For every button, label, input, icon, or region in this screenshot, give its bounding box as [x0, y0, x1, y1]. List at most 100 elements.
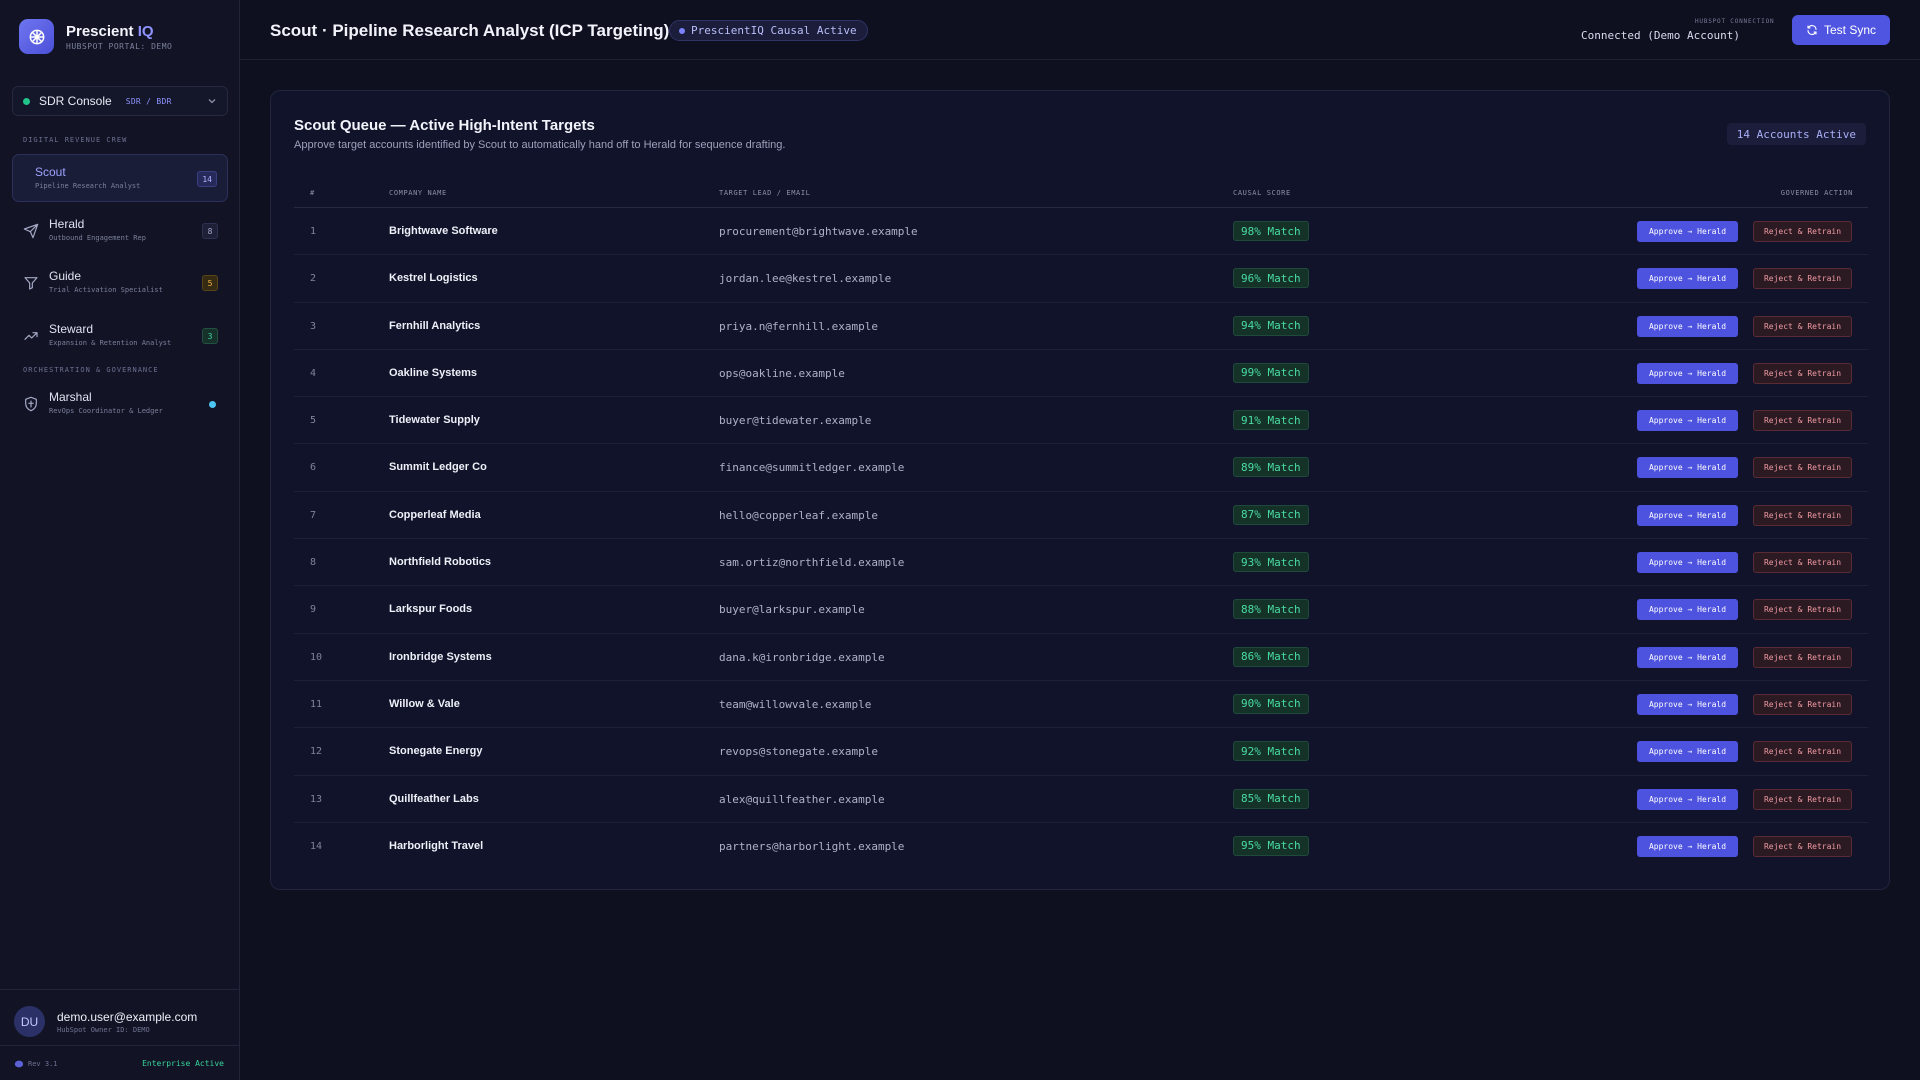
console-select[interactable]: SDR Console SDR / BDR — [12, 86, 228, 116]
approve-herald-button[interactable]: Approve → Herald — [1637, 504, 1738, 526]
reject-retrain-button[interactable]: Reject & Retrain — [1753, 741, 1852, 763]
reject-retrain-button[interactable]: Reject & Retrain — [1753, 410, 1852, 432]
count-badge: 8 — [202, 223, 218, 239]
lead-email: priya.n@fernhill.example — [719, 319, 878, 333]
lead-email: dana.k@ironbridge.example — [719, 650, 885, 664]
lead-email: partners@harborlight.example — [719, 839, 905, 853]
reject-retrain-button[interactable]: Reject & Retrain — [1753, 362, 1852, 384]
pill-text: PrescientIQ Causal Active — [691, 24, 857, 37]
reject-retrain-button[interactable]: Reject & Retrain — [1753, 788, 1852, 810]
reject-retrain-button[interactable]: Reject & Retrain — [1753, 315, 1852, 337]
sidebar-item-subtitle: Expansion & Retention Analyst — [49, 339, 172, 347]
company-name: Ironbridge Systems — [389, 650, 492, 663]
approve-herald-button[interactable]: Approve → Herald — [1637, 835, 1738, 857]
approve-herald-button[interactable]: Approve → Herald — [1637, 788, 1738, 810]
reject-retrain-button[interactable]: Reject & Retrain — [1753, 504, 1852, 526]
company-name: Tidewater Supply — [389, 414, 480, 427]
table-row: 14 Harborlight Travel partners@harborlight… — [294, 823, 1868, 870]
plan-status: Enterprise Active — [142, 1059, 224, 1068]
approve-herald-button[interactable]: Approve → Herald — [1637, 646, 1738, 668]
count-badge: 14 — [197, 171, 217, 187]
causal-score-badge: 86% Match — [1233, 646, 1309, 667]
section-label-orchestration: ORCHESTRATION & GOVERNANCE — [23, 366, 159, 374]
causal-score-badge: 91% Match — [1233, 410, 1309, 431]
approve-herald-button[interactable]: Approve → Herald — [1637, 268, 1738, 290]
approve-herald-button[interactable]: Approve → Herald — [1637, 315, 1738, 337]
sidebar: Prescient IQ HUBSPOT PORTAL: DEMO SDR Co… — [0, 0, 240, 1080]
lead-email: ops@oakline.example — [719, 366, 845, 380]
causal-score-badge: 85% Match — [1233, 788, 1309, 809]
status-dot — [23, 97, 30, 105]
table-row: 2 Kestrel Logistics jordan.lee@kestrel.exa… — [294, 255, 1868, 303]
row-number: 1 — [310, 226, 317, 237]
sidebar-item-title: Marshal — [49, 390, 92, 404]
sidebar-item-scout[interactable]: Scout Pipeline Research Analyst 14 — [12, 154, 228, 202]
approve-herald-button[interactable]: Approve → Herald — [1637, 741, 1738, 763]
approve-herald-button[interactable]: Approve → Herald — [1637, 410, 1738, 432]
lead-email: hello@copperleaf.example — [719, 508, 878, 522]
approve-herald-button[interactable]: Approve → Herald — [1637, 599, 1738, 621]
table-row: 9 Larkspur Foods buyer@larkspur.example 88%… — [294, 586, 1868, 634]
row-number: 12 — [310, 746, 323, 758]
sidebar-item-steward[interactable]: Steward Expansion & Retention Analyst 3 — [12, 312, 228, 360]
table-row: 8 Northfield Robotics sam.ortiz@northfield… — [294, 539, 1868, 587]
brand[interactable]: Prescient IQ HUBSPOT PORTAL: DEMO — [19, 19, 172, 54]
reject-retrain-button[interactable]: Reject & Retrain — [1753, 268, 1852, 290]
causal-score-badge: 87% Match — [1233, 504, 1309, 525]
row-number: 9 — [310, 604, 317, 616]
approve-herald-button[interactable]: Approve → Herald — [1637, 221, 1738, 242]
company-name: Summit Ledger Co — [389, 461, 487, 474]
status-dot — [679, 27, 685, 34]
table-row: 11 Willow & Vale team@willowvale.example 90… — [294, 681, 1868, 729]
table-row: 13 Quillfeather Labs alex@quillfeather.exa… — [294, 776, 1868, 823]
row-number: 8 — [310, 557, 317, 569]
causal-status-pill: PrescientIQ Causal Active — [669, 20, 868, 41]
send-icon — [23, 223, 39, 239]
reject-retrain-button[interactable]: Reject & Retrain — [1753, 552, 1852, 574]
sidebar-item-title: Scout — [35, 165, 66, 179]
test-sync-button[interactable]: Test Sync — [1792, 15, 1890, 45]
table-body: 1 Brightwave Software procurement@brightwa… — [294, 208, 1868, 870]
user-profile[interactable]: DU demo.user@example.com HubSpot Owner I… — [0, 989, 240, 1045]
table-row: 6 Summit Ledger Co finance@summitledger.ex… — [294, 444, 1868, 492]
section-label-crew: DIGITAL REVENUE CREW — [23, 136, 128, 144]
company-name: Fernhill Analytics — [389, 319, 481, 332]
reject-retrain-button[interactable]: Reject & Retrain — [1753, 457, 1852, 479]
top-bar: Scout · Pipeline Research Analyst (ICP T… — [240, 0, 1920, 60]
company-name: Copperleaf Media — [389, 508, 481, 521]
row-number: 6 — [310, 462, 317, 474]
approve-herald-button[interactable]: Approve → Herald — [1637, 552, 1738, 574]
revision-text: Rev 3.1 — [28, 1060, 58, 1068]
sidebar-item-marshal[interactable]: Marshal RevOps Coordinator & Ledger — [12, 380, 228, 428]
sidebar-item-guide[interactable]: Guide Trial Activation Specialist 5 — [12, 259, 228, 307]
sidebar-item-herald[interactable]: Herald Outbound Engagement Rep 8 — [12, 207, 228, 255]
row-number: 4 — [310, 367, 317, 379]
company-name: Quillfeather Labs — [389, 792, 479, 805]
sidebar-item-title: Guide — [49, 269, 82, 283]
approve-herald-button[interactable]: Approve → Herald — [1637, 457, 1738, 479]
sidebar-footer: Rev 3.1 Enterprise Active — [0, 1045, 240, 1080]
row-number: 3 — [310, 320, 317, 332]
brain-icon — [14, 1060, 24, 1068]
reject-retrain-button[interactable]: Reject & Retrain — [1753, 646, 1852, 668]
table-row: 12 Stonegate Energy revops@stonegate.examp… — [294, 728, 1868, 776]
table-row: 5 Tidewater Supply buyer@tidewater.example… — [294, 397, 1868, 445]
refresh-icon — [1807, 25, 1817, 35]
lead-email: alex@quillfeather.example — [719, 792, 885, 806]
reject-retrain-button[interactable]: Reject & Retrain — [1753, 693, 1852, 715]
queue-title: Scout Queue — Active High-Intent Targets — [294, 117, 595, 134]
reject-retrain-button[interactable]: Reject & Retrain — [1753, 221, 1852, 242]
reject-retrain-button[interactable]: Reject & Retrain — [1753, 835, 1852, 857]
causal-score-badge: 94% Match — [1233, 315, 1309, 336]
count-badge: 5 — [202, 275, 218, 291]
sidebar-item-title: Steward — [49, 322, 94, 336]
lead-email: team@willowvale.example — [719, 697, 872, 711]
causal-score-badge: 92% Match — [1233, 741, 1309, 762]
approve-herald-button[interactable]: Approve → Herald — [1637, 362, 1738, 384]
company-name: Stonegate Energy — [389, 745, 483, 758]
causal-score-badge: 89% Match — [1233, 457, 1309, 478]
company-name: Willow & Vale — [389, 697, 460, 710]
approve-herald-button[interactable]: Approve → Herald — [1637, 693, 1738, 715]
reject-retrain-button[interactable]: Reject & Retrain — [1753, 599, 1852, 621]
chevron-down-icon — [208, 99, 216, 104]
